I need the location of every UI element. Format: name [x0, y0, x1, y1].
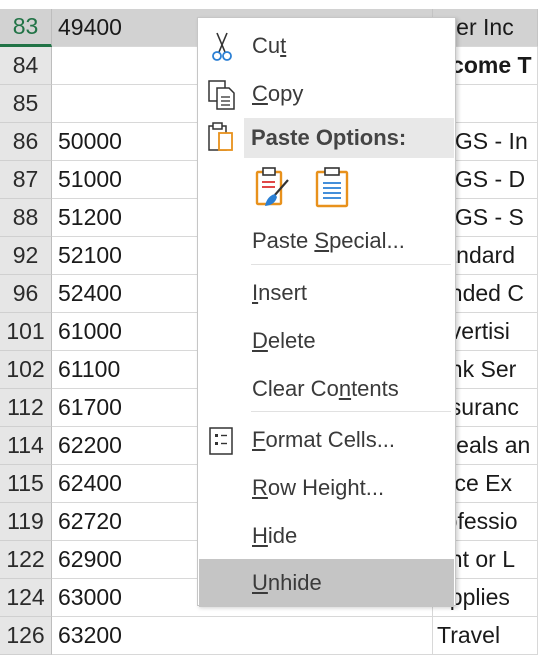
row-header[interactable]: 122: [0, 541, 52, 579]
row-header[interactable]: 86: [0, 123, 52, 161]
menu-item-hide[interactable]: Hide: [199, 512, 454, 560]
paste-icon: [204, 120, 238, 154]
table-row[interactable]: 126 63200 Travel: [0, 617, 538, 655]
paste-keep-formatting-icon[interactable]: [254, 166, 292, 210]
row-header[interactable]: 83: [0, 9, 52, 47]
paste-options-label: Paste Options:: [251, 125, 407, 150]
menu-item-clear-contents-label: Clear Contents: [252, 376, 399, 401]
menu-item-delete[interactable]: Delete: [199, 317, 454, 365]
row-header[interactable]: 114: [0, 427, 52, 465]
row-header[interactable]: 87: [0, 161, 52, 199]
format-cells-icon: [205, 424, 239, 458]
row-header[interactable]: 84: [0, 47, 52, 85]
row-header[interactable]: 96: [0, 275, 52, 313]
paste-icon-2[interactable]: [314, 166, 352, 210]
row-header[interactable]: 115: [0, 465, 52, 503]
menu-item-copy[interactable]: Copy: [199, 70, 454, 118]
cell-account-number[interactable]: 63200: [52, 617, 433, 655]
menu-item-delete-label: Delete: [252, 328, 316, 353]
menu-item-insert[interactable]: Insert: [199, 269, 454, 317]
menu-item-row-height-label: Row Height...: [252, 475, 385, 500]
menu-separator: [251, 264, 451, 265]
copy-icon: [205, 78, 239, 112]
row-header[interactable]: 102: [0, 351, 52, 389]
row-header[interactable]: 101: [0, 313, 52, 351]
menu-item-paste-special[interactable]: Paste Special...: [199, 217, 454, 265]
row-header[interactable]: 126: [0, 617, 52, 655]
menu-item-copy-label: Copy: [252, 81, 304, 106]
row-header[interactable]: 88: [0, 199, 52, 237]
row-header[interactable]: 85: [0, 85, 52, 123]
cell-account-name[interactable]: Travel: [433, 617, 538, 655]
row-header[interactable]: 112: [0, 389, 52, 427]
menu-item-cut-label: Cut: [252, 33, 287, 58]
menu-item-cut[interactable]: Cut: [199, 22, 454, 70]
menu-separator: [251, 411, 451, 412]
menu-item-row-height[interactable]: Row Height...: [199, 464, 454, 512]
menu-item-unhide-label: Unhide: [252, 570, 322, 595]
menu-item-unhide[interactable]: Unhide: [199, 559, 454, 607]
menu-item-paste-special-label: Paste Special...: [252, 228, 405, 253]
menu-item-insert-label: Insert: [252, 280, 308, 305]
context-menu: Cut Copy Paste Options: Paste Special...…: [197, 17, 456, 607]
row-header[interactable]: 92: [0, 237, 52, 275]
menu-item-format-cells[interactable]: Format Cells...: [199, 416, 454, 464]
menu-item-hide-label: Hide: [252, 523, 298, 548]
menu-item-clear-contents[interactable]: Clear Contents: [199, 365, 454, 413]
row-header[interactable]: 119: [0, 503, 52, 541]
paste-options-header: Paste Options:: [208, 118, 454, 158]
menu-item-format-cells-label: Format Cells...: [252, 427, 396, 452]
row-header[interactable]: 124: [0, 579, 52, 617]
scissors-icon: [205, 30, 239, 64]
